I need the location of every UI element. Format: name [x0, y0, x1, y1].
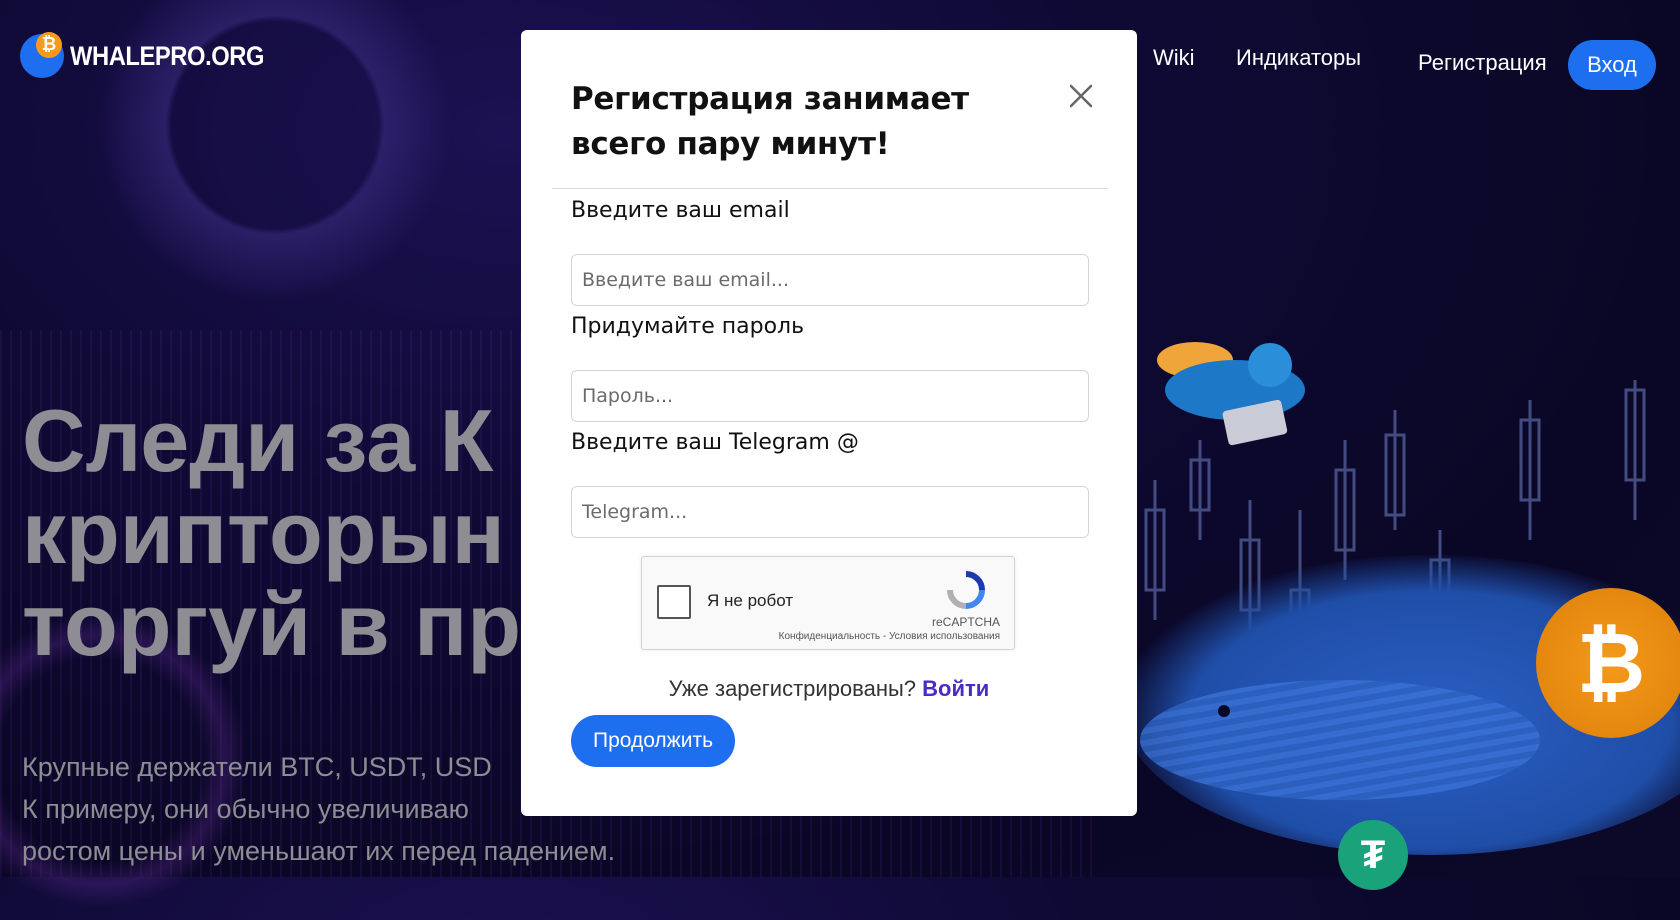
whale-eye	[1218, 705, 1230, 717]
recaptcha-widget: Я не робот reCAPTCHA Конфиденциальность …	[641, 556, 1015, 650]
nav-link-wiki[interactable]: Wiki	[1153, 45, 1195, 71]
password-label: Придумайте пароль	[571, 314, 805, 339]
recaptcha-brand: reCAPTCHA	[931, 615, 1000, 629]
email-label: Введите ваш email	[571, 198, 790, 223]
logo-coin-symbol: ₿	[36, 32, 62, 58]
site-logo[interactable]: ₿ WHALEPRO.ORG	[20, 32, 291, 78]
hero-title-line: крипторын	[22, 483, 505, 582]
brand-name: WHALEPRO.ORG	[70, 40, 265, 71]
recaptcha-logo-icon	[947, 571, 985, 609]
modal-title: Регистрация занимает всего пару минут!	[571, 81, 969, 162]
telegram-label: Введите ваш Telegram @	[571, 430, 859, 455]
registration-modal: Регистрация занимает всего пару минут! В…	[521, 30, 1137, 816]
telegram-field[interactable]	[571, 486, 1089, 538]
tether-coin-icon: ₮	[1338, 820, 1408, 890]
bitcoin-coin-icon: ₿	[1536, 588, 1680, 738]
hero-subtitle-line: Крупные держатели BTC, USDT, USD	[22, 752, 492, 782]
hero-title-line: Следи за К	[22, 391, 494, 490]
password-field[interactable]	[571, 370, 1089, 422]
continue-button[interactable]: Продолжить	[571, 715, 735, 767]
hero-title-line: торгуй в пр	[22, 575, 522, 674]
nav-link-indicators[interactable]: Индикаторы	[1236, 45, 1361, 71]
login-button[interactable]: Вход	[1568, 40, 1656, 90]
recaptcha-label: Я не робот	[707, 591, 794, 610]
recaptcha-terms-link[interactable]: Конфиденциальность - Условия использован…	[779, 631, 1000, 642]
modal-divider	[552, 188, 1108, 189]
recaptcha-checkbox[interactable]	[657, 585, 691, 619]
nav-link-register[interactable]: Регистрация	[1418, 50, 1547, 76]
whale-belly	[1140, 680, 1540, 800]
diver-illustration	[1157, 342, 1305, 446]
close-icon[interactable]	[1061, 76, 1101, 116]
email-field[interactable]	[571, 254, 1089, 306]
hero-subtitle-line: ростом цены и уменьшают их перед падение…	[22, 836, 616, 866]
already-registered-text: Уже зарегистрированы?	[668, 676, 917, 701]
hero-subtitle-line: К примеру, они обычно увеличиваю	[22, 794, 469, 824]
logo-icon: ₿	[20, 32, 64, 78]
already-registered-line: Уже зарегистрированы? Войти	[521, 676, 1137, 702]
login-link[interactable]: Войти	[922, 676, 989, 701]
